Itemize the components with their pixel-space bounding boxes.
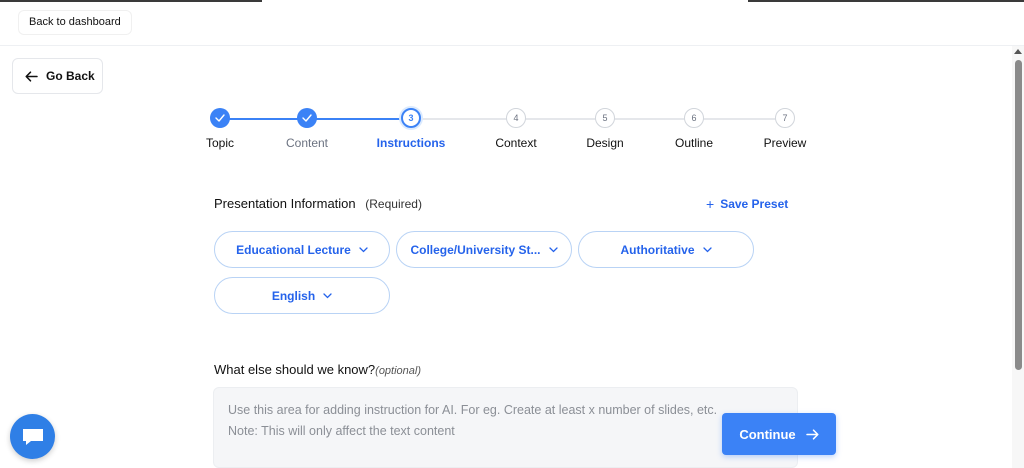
step-label: Context	[495, 136, 537, 150]
back-to-dashboard-button[interactable]: Back to dashboard	[18, 10, 132, 35]
go-back-label: Go Back	[46, 69, 95, 83]
top-divider-right	[748, 0, 1024, 2]
step-number: 6	[684, 108, 704, 128]
progress-stepper: Topic Content 3 Instructions 4 Context 5…	[195, 108, 825, 158]
audience-select[interactable]: College/University St...	[396, 231, 572, 268]
chevron-down-icon	[702, 246, 712, 252]
select-value: English	[271, 288, 316, 303]
placeholder-line: Use this area for adding instruction for…	[228, 403, 718, 417]
chevron-down-icon	[323, 292, 332, 298]
save-preset-button[interactable]: + Save Preset	[706, 196, 788, 212]
step-context[interactable]: 4 Context	[476, 108, 556, 150]
plus-icon: +	[706, 196, 715, 212]
step-number: 7	[775, 108, 795, 128]
check-icon	[297, 108, 317, 128]
section-title: Presentation Information	[214, 196, 356, 211]
arrow-left-icon	[25, 70, 38, 82]
question-text: What else should we know?	[214, 362, 376, 377]
continue-button[interactable]: Continue	[722, 413, 836, 455]
step-outline[interactable]: 6 Outline	[654, 108, 734, 150]
language-select[interactable]: English	[214, 277, 390, 314]
arrow-right-icon	[805, 428, 819, 440]
presentation-type-select[interactable]: Educational Lecture	[214, 231, 390, 268]
tone-select[interactable]: Authoritative	[578, 231, 754, 268]
select-value: Authoritative	[620, 242, 695, 257]
step-label: Content	[285, 136, 329, 150]
step-label: Outline	[674, 136, 714, 150]
select-value: College/University St...	[410, 242, 541, 257]
chat-bubble-icon	[22, 428, 43, 445]
presentation-info-heading: Presentation Information (Required)	[214, 196, 422, 211]
placeholder-line: Note: This will only affect the text con…	[228, 424, 455, 438]
go-back-button[interactable]: Go Back	[12, 58, 103, 94]
extra-info-textarea[interactable]: Use this area for adding instruction for…	[213, 387, 798, 468]
step-content[interactable]: Content	[267, 108, 347, 150]
chevron-down-icon	[548, 246, 558, 252]
scrollbar-thumb[interactable]	[1015, 60, 1022, 370]
step-design[interactable]: 5 Design	[565, 108, 645, 150]
step-number: 4	[506, 108, 526, 128]
select-value: Educational Lecture	[236, 242, 351, 257]
save-preset-label: Save Preset	[720, 197, 789, 211]
scroll-up-arrow[interactable]	[1014, 49, 1022, 54]
step-label: Instructions	[376, 136, 446, 150]
continue-label: Continue	[739, 426, 796, 442]
check-icon	[210, 108, 230, 128]
step-instructions[interactable]: 3 Instructions	[371, 108, 451, 150]
chevron-down-icon	[359, 246, 368, 252]
step-label: Topic	[205, 136, 234, 150]
required-tag: (Required)	[365, 197, 422, 211]
step-label: Preview	[763, 136, 807, 150]
step-number: 5	[595, 108, 615, 128]
step-preview[interactable]: 7 Preview	[745, 108, 825, 150]
step-number: 3	[401, 108, 421, 128]
step-topic[interactable]: Topic	[180, 108, 260, 150]
extra-info-label: What else should we know?(optional)	[214, 362, 421, 377]
step-label: Design	[586, 136, 624, 150]
top-divider-left	[0, 0, 262, 2]
optional-tag: (optional)	[375, 365, 422, 377]
chat-support-button[interactable]	[10, 414, 55, 459]
top-bar	[0, 0, 1024, 46]
